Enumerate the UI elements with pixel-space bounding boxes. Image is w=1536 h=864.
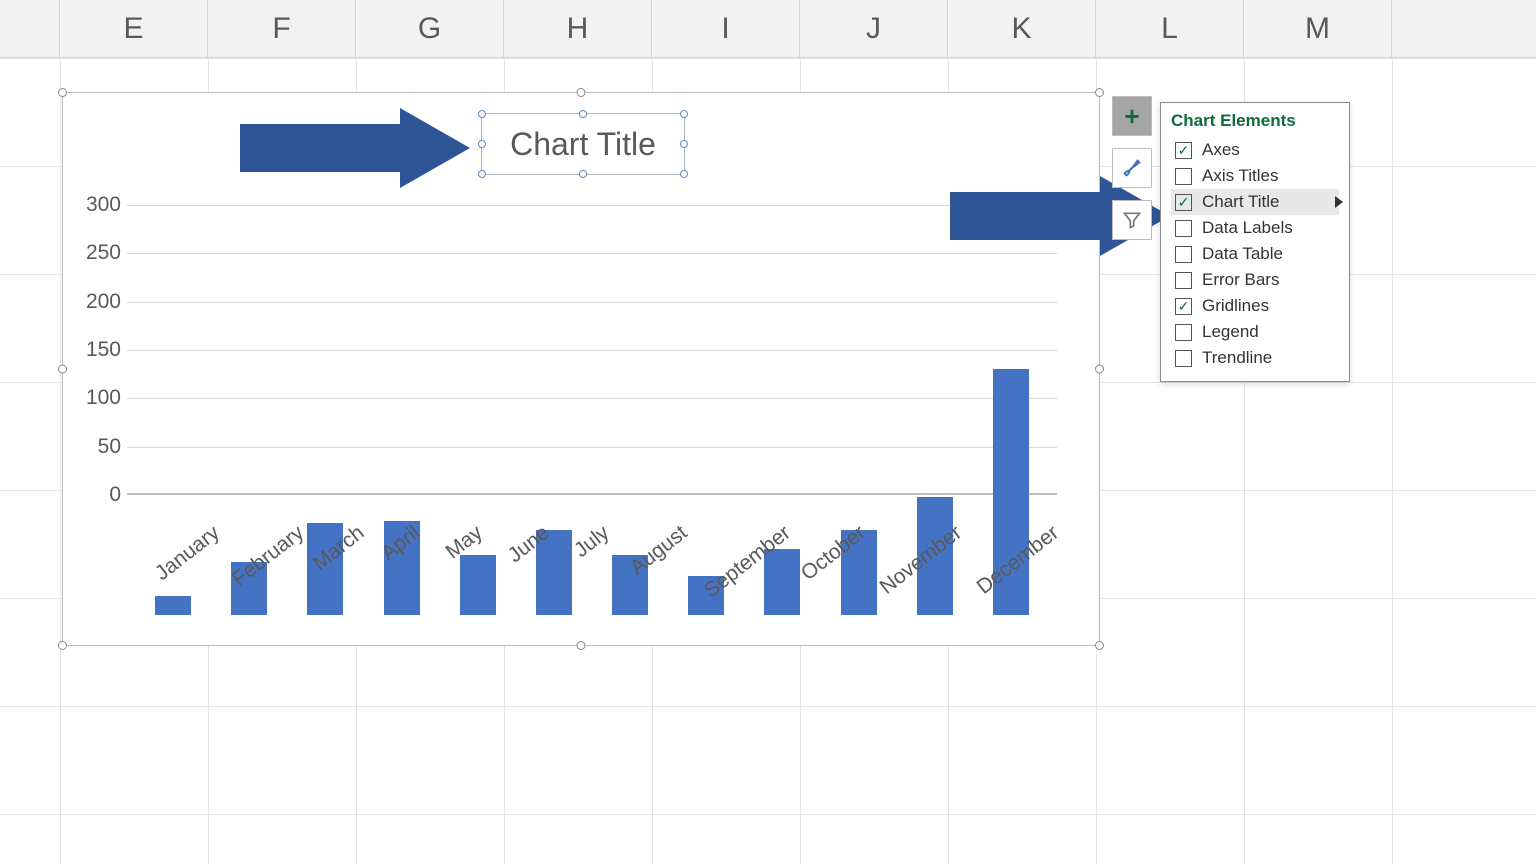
resize-handle[interactable] [1095, 88, 1104, 97]
x-axis: JanuaryFebruaryMarchAprilMayJuneJulyAugu… [127, 505, 1057, 615]
chart-styles-button[interactable] [1112, 148, 1152, 188]
column-header[interactable]: H [504, 0, 652, 57]
y-tick-label: 300 [86, 193, 121, 217]
chart-object[interactable]: Chart Title 050100150200250300 JanuaryFe… [62, 92, 1100, 646]
flyout-item-data-labels[interactable]: Data Labels [1171, 215, 1339, 241]
plot-area[interactable]: 050100150200250300 JanuaryFebruaryMarchA… [127, 205, 1057, 615]
flyout-item-axis-titles[interactable]: Axis Titles [1171, 163, 1339, 189]
brush-icon [1121, 157, 1143, 179]
flyout-item-label: Gridlines [1202, 296, 1269, 316]
flyout-item-trendline[interactable]: Trendline [1171, 345, 1339, 371]
flyout-item-label: Data Labels [1202, 218, 1293, 238]
flyout-item-axes[interactable]: ✓ Axes [1171, 137, 1339, 163]
y-axis: 050100150200250300 [69, 205, 121, 495]
x-tick-label: May [442, 521, 488, 564]
flyout-item-label: Chart Title [1202, 192, 1279, 212]
flyout-item-label: Trendline [1202, 348, 1272, 368]
gridline [127, 302, 1057, 303]
flyout-item-label: Data Table [1202, 244, 1283, 264]
flyout-item-legend[interactable]: Legend [1171, 319, 1339, 345]
column-header[interactable]: I [652, 0, 800, 57]
x-tick-label: July [570, 521, 614, 563]
resize-handle[interactable] [1095, 365, 1104, 374]
submenu-arrow-icon [1335, 196, 1343, 208]
funnel-icon [1122, 210, 1142, 230]
column-header-row: E F G H I J K L M [0, 0, 1536, 58]
resize-handle[interactable] [1095, 641, 1104, 650]
title-handle[interactable] [478, 140, 486, 148]
checkbox[interactable]: ✓ [1175, 194, 1192, 211]
y-tick-label: 250 [86, 241, 121, 265]
title-handle[interactable] [680, 110, 688, 118]
row-header-stub [0, 0, 60, 57]
checkbox[interactable] [1175, 324, 1192, 341]
flyout-item-data-table[interactable]: Data Table [1171, 241, 1339, 267]
chart-filters-button[interactable] [1112, 200, 1152, 240]
gridline [127, 253, 1057, 254]
flyout-item-gridlines[interactable]: ✓ Gridlines [1171, 293, 1339, 319]
checkbox[interactable] [1175, 272, 1192, 289]
checkbox[interactable] [1175, 350, 1192, 367]
column-header[interactable]: L [1096, 0, 1244, 57]
checkbox[interactable]: ✓ [1175, 298, 1192, 315]
flyout-title: Chart Elements [1171, 111, 1339, 131]
resize-handle[interactable] [58, 641, 67, 650]
resize-handle[interactable] [577, 88, 586, 97]
column-header[interactable]: F [208, 0, 356, 57]
checkbox[interactable] [1175, 246, 1192, 263]
y-tick-label: 200 [86, 290, 121, 314]
checkbox[interactable] [1175, 168, 1192, 185]
checkbox[interactable]: ✓ [1175, 142, 1192, 159]
title-handle[interactable] [579, 170, 587, 178]
flyout-item-label: Axis Titles [1202, 166, 1279, 186]
x-tick-label: June [504, 521, 555, 568]
flyout-item-error-bars[interactable]: Error Bars [1171, 267, 1339, 293]
column-header[interactable]: J [800, 0, 948, 57]
column-header[interactable]: E [60, 0, 208, 57]
column-header[interactable]: M [1244, 0, 1392, 57]
chart-elements-flyout[interactable]: Chart Elements ✓ Axes Axis Titles ✓ Chart Ti… [1160, 102, 1350, 382]
chart-title[interactable]: Chart Title [481, 113, 685, 175]
title-handle[interactable] [579, 110, 587, 118]
plus-icon: + [1124, 103, 1139, 129]
flyout-item-label: Error Bars [1202, 270, 1279, 290]
y-tick-label: 50 [98, 435, 121, 459]
x-tick-label: April [377, 521, 425, 566]
y-tick-label: 0 [109, 483, 121, 507]
gridline [127, 205, 1057, 206]
y-tick-label: 150 [86, 338, 121, 362]
title-handle[interactable] [680, 170, 688, 178]
flyout-item-chart-title[interactable]: ✓ Chart Title [1171, 189, 1339, 215]
title-handle[interactable] [478, 170, 486, 178]
column-header[interactable]: G [356, 0, 504, 57]
chart-elements-button[interactable]: + [1112, 96, 1152, 136]
title-handle[interactable] [478, 110, 486, 118]
chart-title-text: Chart Title [510, 126, 656, 163]
title-handle[interactable] [680, 140, 688, 148]
checkbox[interactable] [1175, 220, 1192, 237]
flyout-item-label: Axes [1202, 140, 1240, 160]
resize-handle[interactable] [58, 88, 67, 97]
x-tick-label: December [973, 521, 1064, 600]
column-header[interactable]: K [948, 0, 1096, 57]
flyout-item-label: Legend [1202, 322, 1259, 342]
resize-handle[interactable] [58, 365, 67, 374]
resize-handle[interactable] [577, 641, 586, 650]
y-tick-label: 100 [86, 386, 121, 410]
